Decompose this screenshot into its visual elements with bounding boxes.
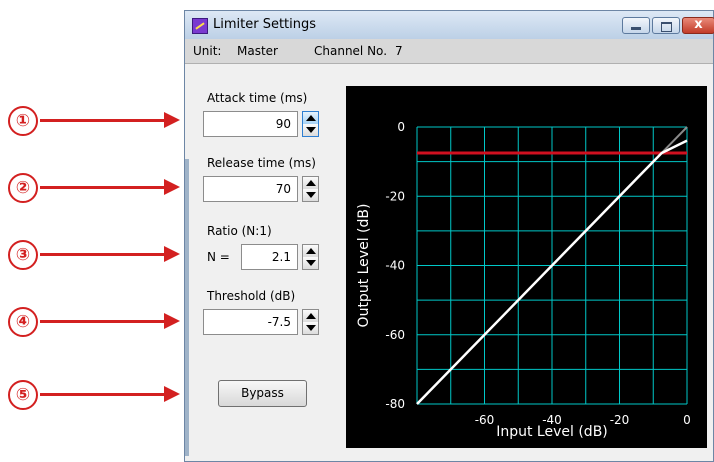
y-axis-label: Output Level (dB) bbox=[356, 204, 372, 328]
maximize-button[interactable] bbox=[652, 17, 680, 34]
callout-arrowhead bbox=[164, 179, 180, 195]
attack-time-spinner[interactable] bbox=[302, 111, 319, 137]
callout-arrowhead bbox=[164, 112, 180, 128]
callout-arrow-line bbox=[40, 320, 166, 323]
chevron-down-icon bbox=[306, 127, 316, 133]
ratio-decrement-button[interactable] bbox=[303, 257, 318, 269]
ratio-spinner[interactable] bbox=[302, 244, 319, 270]
release-time-value: 70 bbox=[275, 182, 291, 196]
chevron-down-icon bbox=[306, 260, 316, 266]
chevron-up-icon bbox=[306, 248, 316, 254]
callout-arrow-line bbox=[40, 186, 166, 189]
window-edge bbox=[185, 159, 189, 456]
callout-1: ① bbox=[0, 106, 190, 136]
callout-number: ④ bbox=[8, 307, 38, 337]
x-tick-label: -20 bbox=[610, 413, 630, 427]
callout-3: ③ bbox=[0, 240, 190, 270]
threshold-decrement-button[interactable] bbox=[303, 322, 318, 334]
chevron-up-icon bbox=[306, 313, 316, 319]
limiter-settings-window: Limiter Settings x Unit: Master Channel … bbox=[184, 10, 714, 462]
x-axis-label: Input Level (dB) bbox=[496, 424, 608, 440]
release-decrement-button[interactable] bbox=[303, 189, 318, 201]
maximize-icon bbox=[661, 22, 672, 32]
minimize-icon bbox=[631, 27, 641, 30]
x-tick-label: 0 bbox=[683, 413, 691, 427]
app-icon bbox=[192, 18, 208, 34]
title-bar[interactable]: Limiter Settings x bbox=[185, 11, 714, 39]
callout-number: ⑤ bbox=[8, 380, 38, 410]
ratio-prefix-label: N = bbox=[207, 250, 230, 264]
chevron-down-icon bbox=[306, 325, 316, 331]
callout-arrowhead bbox=[164, 313, 180, 329]
chevron-up-icon bbox=[306, 180, 316, 186]
callout-4: ④ bbox=[0, 307, 190, 337]
y-tick-label: -20 bbox=[385, 189, 405, 203]
callout-5: ⑤ bbox=[0, 380, 190, 410]
callout-arrow-line bbox=[40, 393, 166, 396]
window-title: Limiter Settings bbox=[213, 17, 317, 32]
y-tick-label: 0 bbox=[397, 120, 405, 134]
limiter-curve-chart: 0 -20 -40 -60 -80 -60 -40 -20 0 Input Level (dB) O… bbox=[346, 86, 707, 448]
threshold-spinner[interactable] bbox=[302, 309, 319, 335]
callout-number: ② bbox=[8, 173, 38, 203]
unit-value: Master bbox=[237, 44, 278, 58]
threshold-input[interactable]: -7.5 bbox=[203, 309, 298, 335]
attack-time-label: Attack time (ms) bbox=[207, 91, 308, 105]
callout-arrow-line bbox=[40, 119, 166, 122]
threshold-label: Threshold (dB) bbox=[207, 289, 296, 303]
callout-arrow-line bbox=[40, 253, 166, 256]
chevron-down-icon bbox=[306, 192, 316, 198]
callout-arrowhead bbox=[164, 246, 180, 262]
channel-value: 7 bbox=[395, 44, 403, 58]
callout-2: ② bbox=[0, 173, 190, 203]
info-bar: Unit: Master Channel No. 7 bbox=[185, 39, 713, 64]
limiter-curve-svg: 0-20-40-60-80-60 -40 -20 0Input Level (dB)O… bbox=[356, 120, 691, 440]
chevron-up-icon bbox=[306, 115, 316, 121]
channel-label: Channel No. bbox=[314, 44, 388, 58]
release-time-label: Release time (ms) bbox=[207, 156, 316, 170]
callout-arrowhead bbox=[164, 386, 180, 402]
ratio-input[interactable]: 2.1 bbox=[241, 244, 298, 270]
y-tick-label: -80 bbox=[385, 397, 405, 411]
y-tick-label: -60 bbox=[385, 328, 405, 342]
release-time-spinner[interactable] bbox=[302, 176, 319, 202]
release-time-input[interactable]: 70 bbox=[203, 176, 298, 202]
close-icon: x bbox=[694, 17, 703, 32]
callout-number: ① bbox=[8, 106, 38, 136]
threshold-value: -7.5 bbox=[267, 315, 291, 329]
y-tick-label: -40 bbox=[385, 259, 405, 273]
attack-time-value: 90 bbox=[275, 117, 291, 131]
attack-decrement-button[interactable] bbox=[303, 124, 318, 136]
attack-time-input[interactable]: 90 bbox=[203, 111, 298, 137]
ratio-label: Ratio (N:1) bbox=[207, 224, 272, 238]
bypass-button[interactable]: Bypass bbox=[218, 380, 307, 407]
callout-number: ③ bbox=[8, 240, 38, 270]
minimize-button[interactable] bbox=[622, 17, 650, 34]
settings-panel: Attack time (ms) 90 Release time (ms) 70… bbox=[185, 64, 713, 461]
unit-label: Unit: bbox=[193, 44, 222, 58]
x-tick-label: -60 bbox=[475, 413, 495, 427]
unity-reference-line bbox=[660, 126, 688, 154]
close-button[interactable]: x bbox=[682, 17, 714, 34]
ratio-value: 2.1 bbox=[271, 250, 291, 264]
